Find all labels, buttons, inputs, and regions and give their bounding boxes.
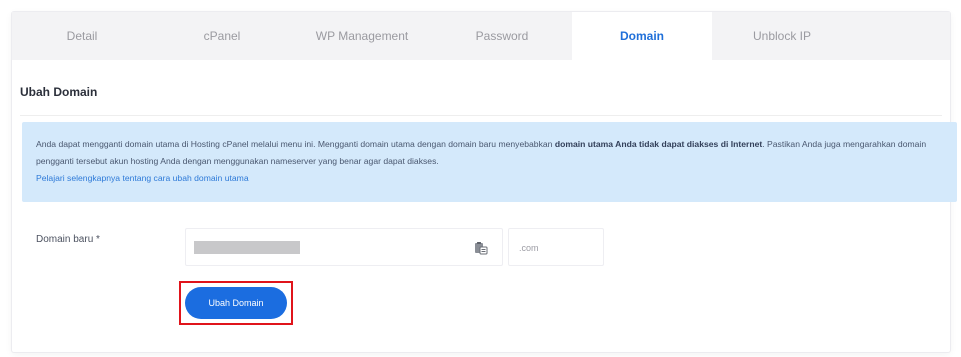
tab-detail[interactable]: Detail xyxy=(12,12,152,60)
section-title: Ubah Domain xyxy=(20,85,98,99)
domain-input[interactable] xyxy=(185,228,503,266)
tld-selector[interactable]: .com xyxy=(508,228,604,266)
redacted-domain-value xyxy=(194,241,300,254)
section-divider xyxy=(20,115,942,116)
ubah-domain-button[interactable]: Ubah Domain xyxy=(185,287,287,319)
clipboard-paste-icon[interactable] xyxy=(474,241,488,255)
tab-cpanel[interactable]: cPanel xyxy=(152,12,292,60)
info-text: Anda dapat mengganti domain utama di Hos… xyxy=(36,139,555,149)
tab-domain[interactable]: Domain xyxy=(572,12,712,60)
tab-password[interactable]: Password xyxy=(432,12,572,60)
tab-bar: Detail cPanel WP Management Password Dom… xyxy=(12,12,950,60)
domain-field-label: Domain baru * xyxy=(36,234,100,245)
tab-wp-management[interactable]: WP Management xyxy=(292,12,432,60)
info-warning-text: domain utama Anda tidak dapat diakses di… xyxy=(554,139,763,149)
tab-unblock-ip[interactable]: Unblock IP xyxy=(712,12,852,60)
learn-more-link[interactable]: Pelajari selengkapnya tentang cara ubah … xyxy=(36,170,943,187)
info-alert: Anda dapat mengganti domain utama di Hos… xyxy=(22,122,957,202)
